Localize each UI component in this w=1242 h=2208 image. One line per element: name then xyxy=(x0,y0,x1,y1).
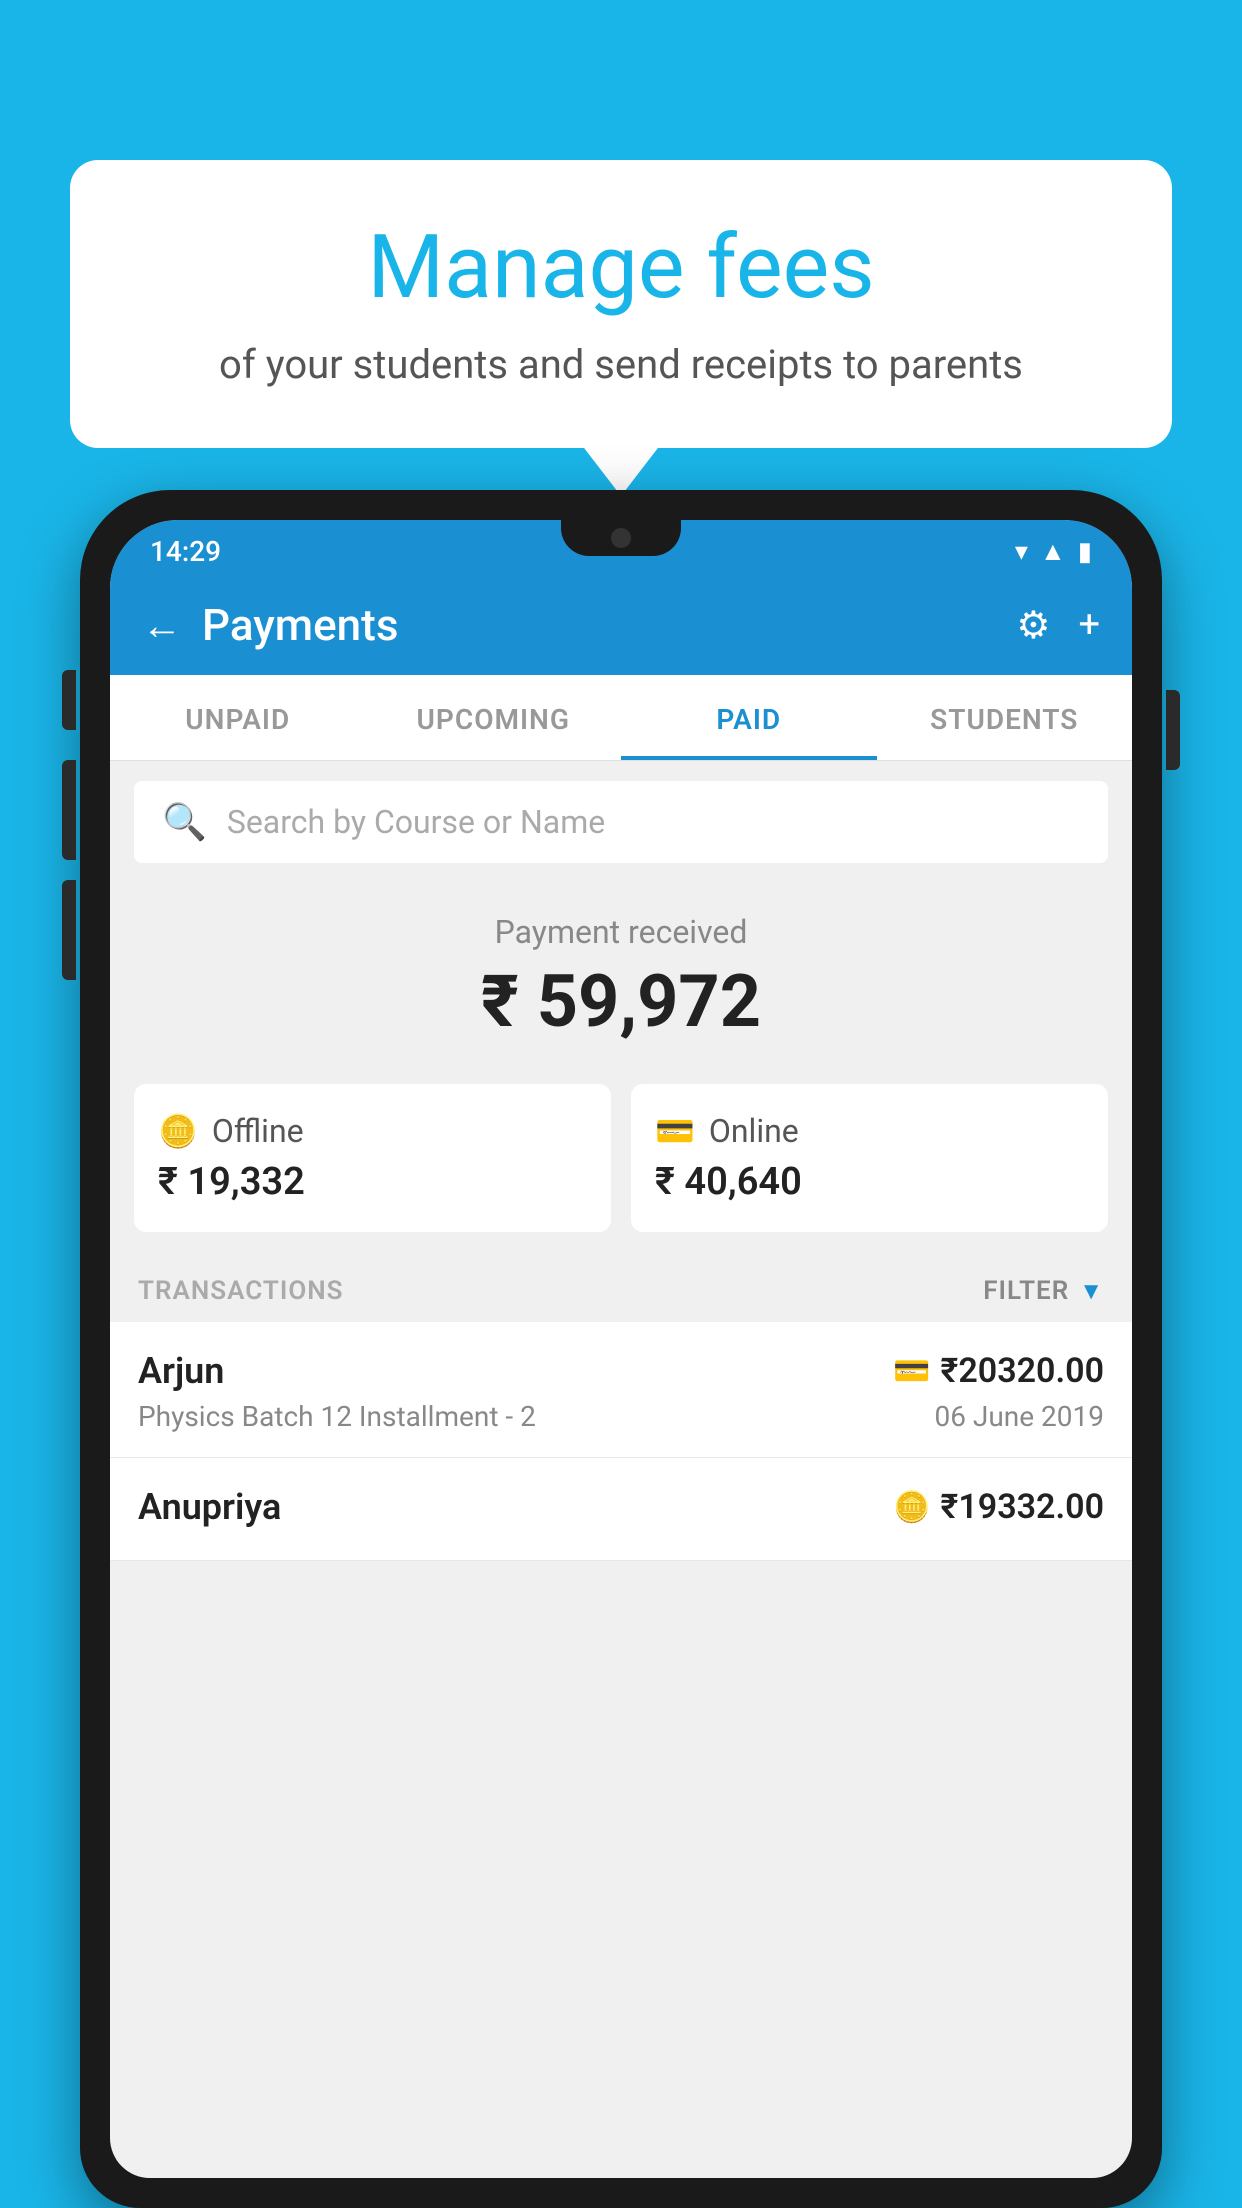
tab-students[interactable]: STUDENTS xyxy=(877,675,1133,760)
filter-button[interactable]: FILTER ▼ xyxy=(983,1276,1104,1306)
back-button[interactable]: ← xyxy=(142,602,182,649)
phone-notch xyxy=(561,520,681,556)
transactions-label: TRANSACTIONS xyxy=(138,1276,344,1306)
transaction-bottom-1: Physics Batch 12 Installment - 2 06 June… xyxy=(138,1400,1104,1433)
table-row[interactable]: Anupriya 🪙 ₹19332.00 xyxy=(110,1458,1132,1561)
filter-icon: ▼ xyxy=(1079,1277,1104,1306)
transaction-date-1: 06 June 2019 xyxy=(934,1400,1104,1433)
transaction-amount-container-1: 💳 ₹20320.00 xyxy=(893,1351,1104,1391)
volume-down-button xyxy=(62,880,76,980)
signal-icon: ▲ xyxy=(1040,536,1066,567)
transaction-amount-container-2: 🪙 ₹19332.00 xyxy=(893,1487,1104,1527)
payment-received-amount: ₹ 59,972 xyxy=(134,959,1108,1044)
transactions-header: TRANSACTIONS FILTER ▼ xyxy=(110,1256,1132,1322)
online-icon: 💳 xyxy=(655,1112,695,1150)
transaction-name-2: Anupriya xyxy=(138,1486,281,1528)
online-label: Online xyxy=(709,1112,799,1150)
transaction-top-2: Anupriya 🪙 ₹19332.00 xyxy=(138,1486,1104,1528)
settings-icon[interactable]: ⚙ xyxy=(1016,603,1050,648)
table-row[interactable]: Arjun 💳 ₹20320.00 Physics Batch 12 Insta… xyxy=(110,1322,1132,1458)
app-bar: ← Payments ⚙ + xyxy=(110,575,1132,675)
online-payment-card: 💳 Online ₹ 40,640 xyxy=(631,1084,1108,1232)
offline-label: Offline xyxy=(212,1112,304,1150)
filter-label: FILTER xyxy=(983,1276,1069,1306)
phone-screen: 14:29 ▾ ▲ ▮ ← Payments ⚙ + UNPAID UPCOMI… xyxy=(110,520,1132,2178)
wifi-icon: ▾ xyxy=(1015,537,1028,567)
power-button xyxy=(1166,690,1180,770)
bubble-title: Manage fees xyxy=(150,220,1092,317)
card-icon-1: 💳 xyxy=(893,1354,930,1389)
transaction-detail-1: Physics Batch 12 Installment - 2 xyxy=(138,1400,536,1433)
bubble-subtitle: of your students and send receipts to pa… xyxy=(150,337,1092,393)
offline-payment-card: 🪙 Offline ₹ 19,332 xyxy=(134,1084,611,1232)
phone-frame: 14:29 ▾ ▲ ▮ ← Payments ⚙ + UNPAID UPCOMI… xyxy=(80,490,1162,2208)
add-icon[interactable]: + xyxy=(1078,603,1100,647)
payment-received-label: Payment received xyxy=(134,913,1108,951)
cash-icon-2: 🪙 xyxy=(893,1490,930,1525)
content-area: 🔍 Search by Course or Name Payment recei… xyxy=(110,761,1132,1561)
transaction-name-1: Arjun xyxy=(138,1350,224,1392)
tab-unpaid[interactable]: UNPAID xyxy=(110,675,366,760)
tab-paid[interactable]: PAID xyxy=(621,675,877,760)
transaction-amount-2: ₹19332.00 xyxy=(941,1487,1104,1527)
front-camera xyxy=(611,528,631,548)
status-time: 14:29 xyxy=(150,535,221,568)
side-button-1 xyxy=(62,670,76,730)
status-icons: ▾ ▲ ▮ xyxy=(1015,536,1092,567)
online-amount: ₹ 40,640 xyxy=(655,1160,1084,1204)
transaction-amount-1: ₹20320.00 xyxy=(941,1351,1104,1391)
battery-icon: ▮ xyxy=(1078,537,1092,567)
offline-card-header: 🪙 Offline xyxy=(158,1112,587,1150)
tabs-container: UNPAID UPCOMING PAID STUDENTS xyxy=(110,675,1132,761)
offline-icon: 🪙 xyxy=(158,1112,198,1150)
app-bar-actions: ⚙ + xyxy=(1016,603,1100,648)
app-bar-title: Payments xyxy=(202,599,996,651)
speech-bubble-container: Manage fees of your students and send re… xyxy=(70,160,1172,448)
search-placeholder: Search by Course or Name xyxy=(227,803,605,841)
search-bar[interactable]: 🔍 Search by Course or Name xyxy=(134,781,1108,863)
search-icon: 🔍 xyxy=(162,801,207,843)
payment-received-section: Payment received ₹ 59,972 xyxy=(110,883,1132,1084)
transaction-top-1: Arjun 💳 ₹20320.00 xyxy=(138,1350,1104,1392)
tab-upcoming[interactable]: UPCOMING xyxy=(366,675,622,760)
payment-methods: 🪙 Offline ₹ 19,332 💳 Online ₹ 40,640 xyxy=(110,1084,1132,1256)
online-card-header: 💳 Online xyxy=(655,1112,1084,1150)
volume-up-button xyxy=(62,760,76,860)
offline-amount: ₹ 19,332 xyxy=(158,1160,587,1204)
speech-bubble: Manage fees of your students and send re… xyxy=(70,160,1172,448)
